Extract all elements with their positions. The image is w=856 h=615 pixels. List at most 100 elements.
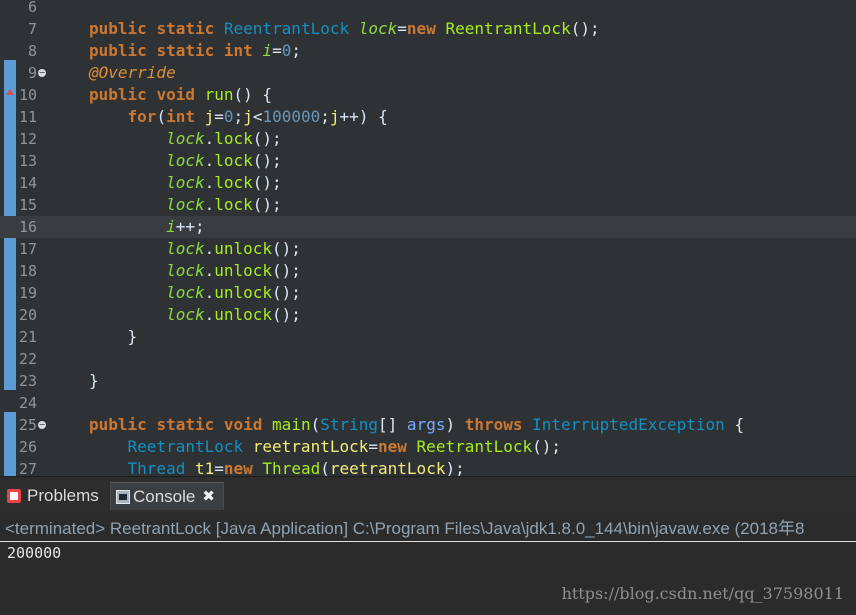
watermark-text: https://blog.csdn.net/qq_37598011 [561,584,844,603]
code-token: static [156,415,215,434]
code-token: ( [156,107,167,126]
fold-collapse-icon[interactable]: − [38,421,46,429]
tab-problems[interactable]: Problems [5,482,107,510]
code-token: (); [532,437,562,456]
code-text: public static int i=0; [89,40,301,62]
line-number: 11 [18,108,37,126]
code-token: ( [320,459,330,476]
close-icon[interactable]: ✖ [202,483,215,511]
code-line[interactable]: 12 lock.lock(); [0,128,856,150]
code-text: lock.lock(); [89,128,282,150]
code-token: . [204,261,215,280]
code-token: = [214,459,224,476]
code-token: . [204,195,215,214]
code-token: = [272,41,282,60]
code-line[interactable]: 6 [0,0,856,18]
code-line[interactable]: 24 [0,392,856,414]
code-token: lock [214,173,253,192]
line-number: 13 [18,152,37,170]
code-token: . [204,173,215,192]
code-token: } [89,371,99,390]
code-token: static [156,41,215,60]
code-token: i [262,41,273,60]
line-number: 20 [18,306,37,324]
code-token: ReetrantLock [416,437,533,456]
code-token: (); [252,129,282,148]
code-token: InterruptedException [532,415,725,434]
code-line[interactable]: 21 } [0,326,856,348]
code-line[interactable]: 14 lock.lock(); [0,172,856,194]
code-text: lock.lock(); [89,150,282,172]
code-token: int [223,41,253,60]
code-text: i++; [89,216,205,238]
code-line[interactable]: 20 lock.unlock(); [0,304,856,326]
code-token: run [204,85,234,104]
code-line[interactable]: 13 lock.lock(); [0,150,856,172]
code-token: lock [166,195,205,214]
line-number: 26 [18,438,37,456]
console-output-text[interactable]: 200000 [7,543,61,563]
code-text: public static void main(String[] args) t… [89,414,744,436]
code-token: (); [570,19,600,38]
code-text: lock.lock(); [89,172,282,194]
code-text: @Override [89,62,176,84]
code-token: (); [272,261,301,280]
console-icon [116,490,130,504]
fold-collapse-icon[interactable]: − [38,69,46,77]
code-line[interactable]: 19 lock.unlock(); [0,282,856,304]
code-line[interactable]: 15 lock.lock(); [0,194,856,216]
code-token: (); [272,239,301,258]
code-line[interactable]: 25− public static void main(String[] args… [0,414,856,436]
code-line[interactable]: 10 public void run() { [0,84,856,106]
code-line[interactable]: 17 lock.unlock(); [0,238,856,260]
code-text: Thread t1=new Thread(reetrantLock); [89,458,465,476]
tab-console[interactable]: Console ✖ [110,482,224,510]
line-number: 6 [27,0,37,16]
code-line[interactable]: 27 Thread t1=new Thread(reetrantLock); [0,458,856,476]
code-line[interactable]: 23} [0,370,856,392]
code-token: unlock [214,239,273,258]
code-text: lock.lock(); [89,194,282,216]
code-token: 0 [223,107,234,126]
code-text: lock.unlock(); [89,260,301,282]
code-line[interactable]: 8 public static int i=0; [0,40,856,62]
code-line[interactable]: 16 i++; [0,216,856,238]
console-view[interactable]: <terminated> ReetrantLock [Java Applicat… [0,512,856,615]
code-token: Thread [127,459,186,476]
code-text: } [89,370,99,392]
code-line[interactable]: 22 [0,348,856,370]
line-number: 9 [27,64,37,82]
code-token: j [329,107,340,126]
line-number: 10 [18,86,37,104]
override-icon[interactable] [6,89,14,95]
code-token: for [127,107,157,126]
code-token: 0 [281,41,292,60]
code-editor[interactable]: 6 7 public static ReentrantLock lock=new R… [0,0,856,476]
code-token: unlock [214,261,273,280]
code-line[interactable]: 11 for(int j=0;j<100000;j++) { [0,106,856,128]
code-token: public [89,415,147,434]
code-token: new [378,437,407,456]
bottom-panel-tabs: Problems Console ✖ [0,476,856,512]
line-number: 16 [18,218,37,236]
code-line[interactable]: 18 lock.unlock(); [0,260,856,282]
code-token: lock [166,283,205,302]
code-token: . [204,151,215,170]
code-token: lock [166,239,205,258]
code-line[interactable]: 7 public static ReentrantLock lock=new Re… [0,18,856,40]
code-token: ReetrantLock [127,437,244,456]
code-token: lock [166,129,205,148]
code-token: j [204,107,215,126]
code-token: throws [464,415,523,434]
line-number: 22 [18,350,37,368]
code-line[interactable]: 9− @Override [0,62,856,84]
code-line[interactable]: 26 ReetrantLock reetrantLock=new Reetran… [0,436,856,458]
